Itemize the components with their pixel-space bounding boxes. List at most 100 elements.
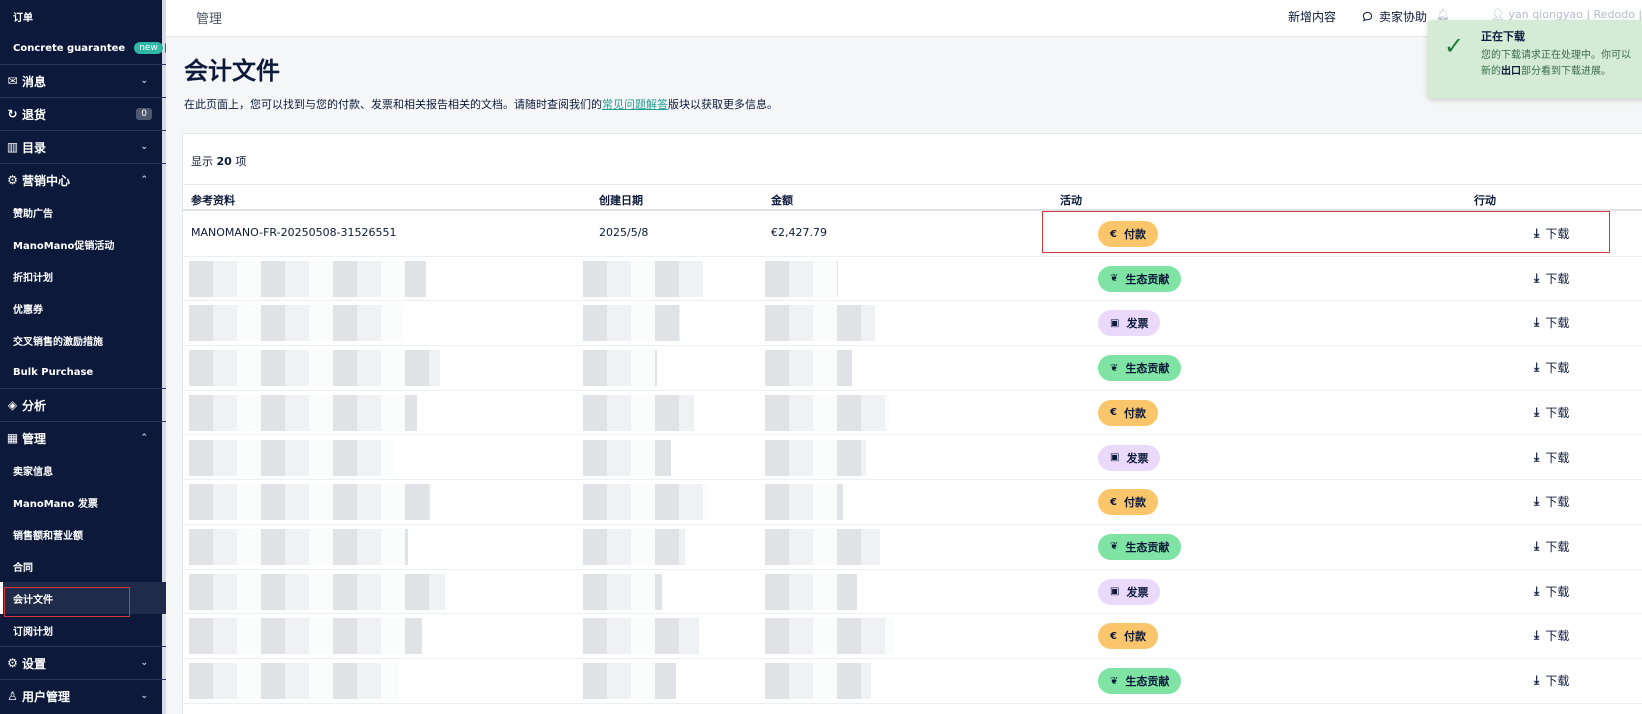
seller-help-link[interactable]: 卖家协助 bbox=[1362, 8, 1427, 25]
download-icon: ⤓ bbox=[1534, 315, 1540, 330]
table-row[interactable]: ▣ 发票 ⤓ 下载 bbox=[183, 570, 1642, 615]
table-row[interactable]: € 付款 ⤓ 下载 bbox=[183, 391, 1642, 436]
sidebar-item-20[interactable]: ⚙ 设置 ⌄ bbox=[0, 646, 166, 679]
redacted-cell bbox=[583, 663, 676, 699]
sidebar-item-13[interactable]: ▦ 管理 ⌃ bbox=[0, 421, 166, 454]
activity-label: 付款 bbox=[1123, 630, 1146, 644]
redacted-cell bbox=[583, 260, 703, 297]
redacted-cell bbox=[189, 573, 445, 610]
column-header-amount[interactable]: 金额 bbox=[771, 192, 793, 208]
new-content-link[interactable]: 新增内容 bbox=[1288, 8, 1336, 25]
column-header-action[interactable]: 行动 bbox=[1474, 192, 1496, 208]
download-button[interactable]: ⤓ 下载 bbox=[1534, 404, 1569, 421]
sidebar-item-4[interactable]: ▥ 目录 ⌄ bbox=[0, 130, 166, 163]
download-button[interactable]: ⤓ 下载 bbox=[1534, 538, 1569, 555]
activity-badge-invoice: ▣ 发票 bbox=[1098, 444, 1161, 471]
sidebar-item-label: Bulk Purchase bbox=[13, 366, 94, 378]
download-button[interactable]: ⤓ 下载 bbox=[1534, 583, 1569, 600]
table-row[interactable]: ❦ 生态贡献 ⤓ 下载 bbox=[183, 257, 1642, 302]
activity-badge-eco: ❦ 生态贡献 bbox=[1098, 668, 1182, 694]
redacted-cell bbox=[765, 439, 866, 476]
sidebar-item-label: 分析 bbox=[22, 398, 47, 413]
table-row[interactable]: € 付款 ⤓ 下载 bbox=[183, 480, 1642, 525]
download-icon: ⤓ bbox=[1534, 538, 1540, 553]
table-row[interactable]: € 付款 ⤓ 下载 bbox=[183, 614, 1642, 659]
check-icon: ✓ bbox=[1444, 32, 1465, 60]
sidebar-item-0[interactable]: 订单 bbox=[0, 0, 166, 32]
table-row[interactable]: ❦ 生态贡献 ⤓ 下载 bbox=[183, 525, 1642, 570]
sidebar-item-label: 退货 bbox=[22, 107, 47, 122]
table-row[interactable]: ▣ 发票 ⤓ 下载 bbox=[183, 436, 1642, 481]
chevron-down-icon: ⌄ bbox=[140, 691, 148, 701]
sidebar-item-9[interactable]: 优惠券 bbox=[0, 292, 166, 324]
sidebar-item-17[interactable]: 合同 bbox=[0, 550, 166, 582]
column-header-activity[interactable]: 活动 bbox=[1060, 192, 1082, 208]
euro-icon: € bbox=[1110, 496, 1117, 508]
sidebar-item-label: Concrete guarantee bbox=[13, 42, 126, 54]
table-row[interactable]: ❦ 生态贡献 ⤓ 下载 bbox=[183, 346, 1642, 391]
chevron-up-icon: ⌃ bbox=[140, 433, 148, 443]
app-root: 订单Concrete guaranteenew0✉消息⌄↻退货0▥目录⌄⚙营销中… bbox=[0, 0, 1642, 714]
sidebar-item-12[interactable]: ◈ 分析 bbox=[0, 388, 166, 421]
sidebar-item-7[interactable]: ManoMano促销活动 bbox=[0, 228, 166, 260]
download-label: 下载 bbox=[1545, 316, 1570, 331]
toast-line2-before: 新的 bbox=[1481, 66, 1501, 77]
sidebar-item-label: ManoMano 发票 bbox=[13, 498, 98, 510]
download-label: 下载 bbox=[1545, 361, 1570, 376]
sidebar-item-8[interactable]: 折扣计划 bbox=[0, 260, 166, 292]
chevron-up-icon: ⌃ bbox=[140, 175, 148, 185]
sidebar-item-label: 营销中心 bbox=[22, 173, 71, 188]
activity-label: 生态贡献 bbox=[1125, 272, 1170, 286]
intro-text-after: 版块以获取更多信息。 bbox=[668, 98, 778, 111]
sidebar-item-6[interactable]: 赞助广告 bbox=[0, 196, 166, 228]
redacted-cell bbox=[189, 528, 408, 565]
activity-label: 付款 bbox=[1123, 406, 1146, 420]
count-suffix: 项 bbox=[235, 155, 247, 168]
sidebar-item-label: 订单 bbox=[13, 12, 33, 24]
sidebar-item-16[interactable]: 销售额和营业额 bbox=[0, 518, 166, 550]
sidebar-item-19[interactable]: 订阅计划 bbox=[0, 614, 166, 646]
download-label: 下载 bbox=[1545, 674, 1570, 688]
download-label: 下载 bbox=[1545, 629, 1570, 644]
leaf-icon: ❦ bbox=[1110, 273, 1119, 285]
redacted-cell bbox=[189, 663, 399, 699]
sidebar-item-1[interactable]: Concrete guaranteenew0 bbox=[0, 32, 166, 64]
sidebar-item-3[interactable]: ↻ 退货 0 bbox=[0, 97, 166, 130]
download-button[interactable]: ⤓ 下载 bbox=[1534, 627, 1569, 644]
download-icon: ⤓ bbox=[1534, 404, 1540, 419]
redacted-cell bbox=[765, 618, 894, 655]
sidebar-item-11[interactable]: Bulk Purchase bbox=[0, 356, 166, 388]
euro-icon: € bbox=[1110, 630, 1117, 642]
sidebar-item-14[interactable]: 卖家信息 bbox=[0, 454, 166, 486]
download-button[interactable]: ⤓ 下载 bbox=[1534, 314, 1569, 331]
download-button[interactable]: ⤓ 下载 bbox=[1534, 493, 1569, 510]
sidebar-item-label: 用户管理 bbox=[22, 689, 71, 704]
download-button[interactable]: ⤓ 下载 bbox=[1534, 270, 1569, 287]
column-header-date[interactable]: 创建日期 bbox=[599, 192, 643, 208]
redacted-cell bbox=[189, 394, 417, 431]
sidebar-item-label: 目录 bbox=[22, 140, 47, 155]
download-button[interactable]: ⤓ 下载 bbox=[1534, 672, 1569, 689]
faq-link[interactable]: 常见问题解答 bbox=[602, 98, 668, 111]
sidebar-item-2[interactable]: ✉ 消息 ⌄ bbox=[0, 64, 166, 97]
download-toast: ✓ 正在下载 您的下载请求正在处理中。你可以 新的出口部分看到下载进展。 bbox=[1428, 20, 1642, 98]
toast-title: 正在下载 bbox=[1481, 30, 1525, 43]
table-row[interactable]: ❦ 生态贡献 ⤓ 下载 bbox=[183, 659, 1642, 704]
amount-cell: €2,427.79 bbox=[771, 226, 827, 239]
export-link[interactable]: 出口 bbox=[1501, 66, 1521, 77]
activity-badge-eco: ❦ 生态贡献 bbox=[1098, 265, 1182, 292]
sidebar-item-21[interactable]: ♙ 用户管理 ⌄ bbox=[0, 679, 166, 712]
sidebar-item-15[interactable]: ManoMano 发票 bbox=[0, 486, 166, 518]
main-content: 会计文件 在此页面上，您可以找到与您的付款、发票和相关报告相关的文档。请随时查阅… bbox=[166, 37, 1642, 714]
table-header: 参考资料 创建日期 金额 活动 行动 bbox=[183, 184, 1642, 211]
sidebar-item-5[interactable]: ⚙ 营销中心 ⌃ bbox=[0, 163, 166, 196]
table-row[interactable]: ▣ 发票 ⤓ 下载 bbox=[183, 301, 1642, 347]
download-button[interactable]: ⤓ 下载 bbox=[1534, 449, 1569, 466]
new-badge: new bbox=[134, 42, 163, 54]
sidebar-item-10[interactable]: 交叉销售的激励措施 bbox=[0, 324, 166, 356]
sidebar-item-label: 管理 bbox=[22, 431, 47, 446]
download-button[interactable]: ⤓ 下载 bbox=[1534, 359, 1569, 376]
redacted-cell bbox=[583, 528, 685, 565]
gear-icon: ⚙ bbox=[7, 173, 18, 187]
column-header-ref[interactable]: 参考资料 bbox=[191, 192, 235, 208]
